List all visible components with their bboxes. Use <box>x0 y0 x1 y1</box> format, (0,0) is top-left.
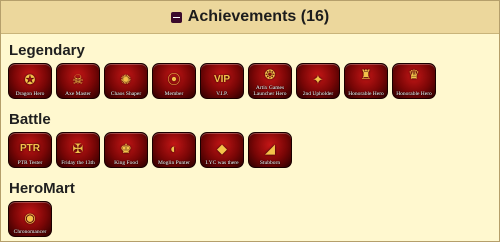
badge-2nd-upholder[interactable]: ✦ 2nd Upholder <box>296 63 340 99</box>
badge-label: Friday the 13th <box>61 160 95 166</box>
badge-row-heromart: ◉ Chronomancer <box>8 201 52 237</box>
badge-artix-games-launcher-hero[interactable]: ❂ Artix Games Launcher Hero <box>248 63 292 99</box>
badge-stubborn[interactable]: ◢ Stubborn <box>248 132 292 168</box>
badge-label: Honorable Hero <box>396 91 432 97</box>
section-title-battle: Battle <box>9 111 51 128</box>
badge-label: Member <box>164 91 184 97</box>
badge-chaos-shaper[interactable]: ✺ Chaos Shaper <box>104 63 148 99</box>
badge-ptr-tester[interactable]: PTR PTR Tester <box>8 132 52 168</box>
vip-icon: VIP <box>213 74 231 85</box>
honorable-hero-icon: ♜ <box>360 67 372 82</box>
badge-label: 2nd Upholder <box>302 91 334 97</box>
axe-master-icon: ☠ <box>72 72 84 87</box>
artix-games-launcher-hero-icon: ❂ <box>264 67 276 82</box>
stubborn-icon: ◢ <box>265 141 275 156</box>
achievements-header[interactable]: Achievements (16) <box>1 1 499 34</box>
chronomancer-icon: ◉ <box>24 210 36 225</box>
badge-label: King Food <box>114 160 138 166</box>
badge-label: Axe Master <box>65 91 91 97</box>
badge-axe-master[interactable]: ☠ Axe Master <box>56 63 100 99</box>
second-upholder-icon: ✦ <box>312 72 324 87</box>
badge-honorable-hero-alt[interactable]: ♛ Honorable Hero <box>392 63 436 99</box>
badge-friday-the-13th[interactable]: ✠ Friday the 13th <box>56 132 100 168</box>
badge-label: Dragon Hero <box>15 91 45 97</box>
badge-member[interactable]: ⦿ Member <box>152 63 196 99</box>
achievements-title: Achievements (16) <box>187 8 330 25</box>
dragon-hero-icon: ✪ <box>24 72 36 87</box>
badge-label: Artix Games Launcher Hero <box>253 85 287 97</box>
moglin-punter-icon: ◐ <box>170 141 178 156</box>
badge-honorable-hero[interactable]: ♜ Honorable Hero <box>344 63 388 99</box>
badge-label: Chaos Shaper <box>110 91 142 97</box>
badge-row-legendary: ✪ Dragon Hero ☠ Axe Master ✺ Chaos Shape… <box>8 63 436 99</box>
section-title-legendary: Legendary <box>9 42 85 59</box>
ptr-tester-icon: PTR <box>20 143 40 154</box>
badge-vip[interactable]: VIP V.I.P. <box>200 63 244 99</box>
badge-king-food[interactable]: ♚ King Food <box>104 132 148 168</box>
badge-iyc-was-there[interactable]: ◆ I.YC was there <box>200 132 244 168</box>
badge-dragon-hero[interactable]: ✪ Dragon Hero <box>8 63 52 99</box>
badge-label: I.YC was there <box>205 160 239 166</box>
honorable-hero-alt-icon: ♛ <box>408 67 420 82</box>
king-food-icon: ♚ <box>120 141 132 156</box>
badge-label: PTR Tester <box>17 160 43 166</box>
badge-label: V.I.P. <box>216 91 228 97</box>
badge-label: Moglin Punter <box>158 160 190 166</box>
iyc-was-there-icon: ◆ <box>217 141 227 156</box>
badge-row-battle: PTR PTR Tester ✠ Friday the 13th ♚ King … <box>8 132 292 168</box>
badge-label: Honorable Hero <box>348 91 384 97</box>
badge-label: Chronomancer <box>13 229 47 235</box>
badge-chronomancer[interactable]: ◉ Chronomancer <box>8 201 52 237</box>
friday-the-13th-icon: ✠ <box>72 141 84 156</box>
badge-label: Stubborn <box>259 160 281 166</box>
section-title-heromart: HeroMart <box>9 180 75 197</box>
achievements-panel: Achievements (16) Legendary ✪ Dragon Her… <box>0 0 500 242</box>
chaos-shaper-icon: ✺ <box>120 72 132 87</box>
minus-square-icon[interactable] <box>170 11 182 23</box>
badge-moglin-punter[interactable]: ◐ Moglin Punter <box>152 132 196 168</box>
member-icon: ⦿ <box>167 72 181 87</box>
